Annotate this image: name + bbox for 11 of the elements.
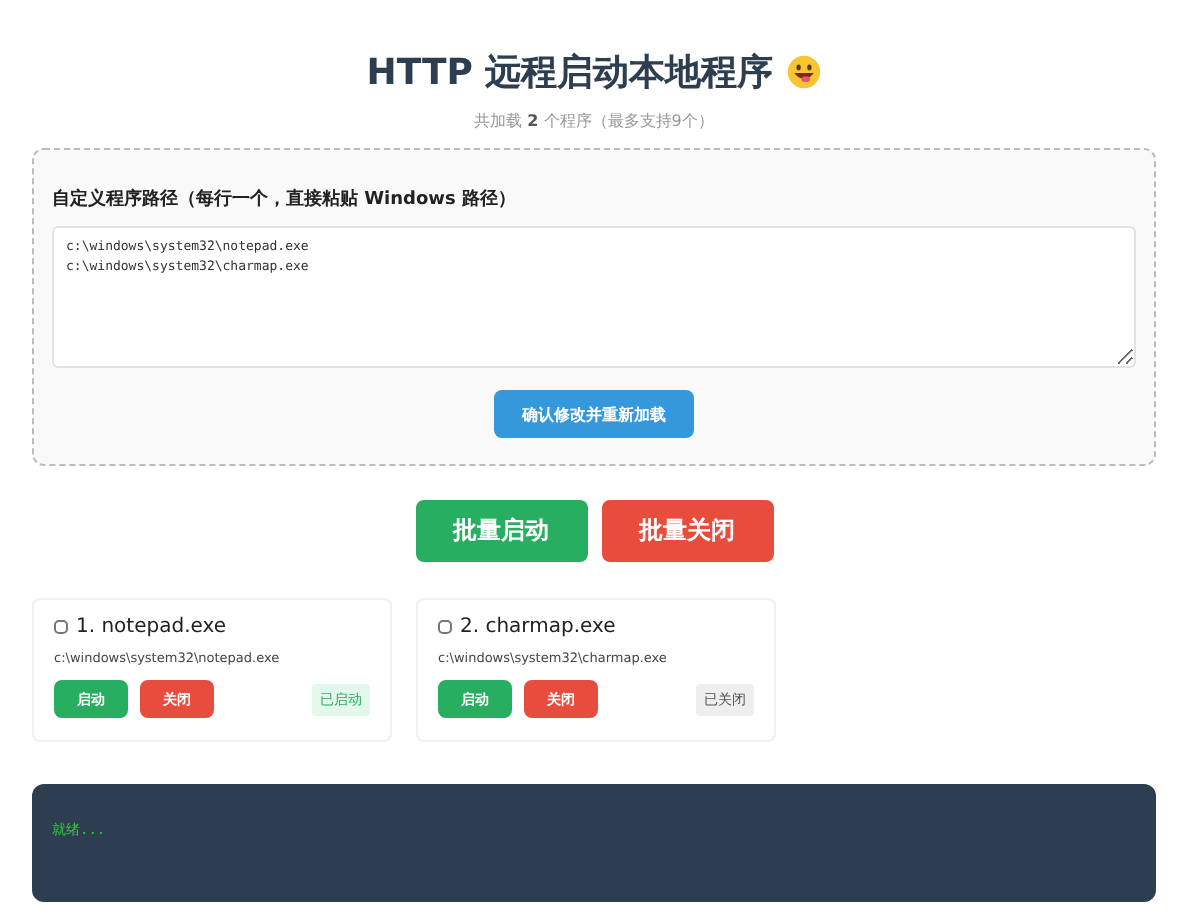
select-checkbox[interactable]: [54, 620, 68, 634]
program-name: 2. charmap.exe: [460, 616, 616, 638]
program-count-text: 共加载 2 个程序（最多支持9个）: [472, 110, 716, 134]
select-checkbox[interactable]: [438, 620, 452, 634]
program-name: 1. notepad.exe: [76, 616, 226, 638]
batch-start-button[interactable]: 批量启动: [415, 500, 587, 562]
batch-stop-button[interactable]: 批量关闭: [601, 500, 773, 562]
page-title: HTTP 远程启动本地程序: [366, 50, 774, 96]
reload-button[interactable]: 确认修改并重新加载: [494, 390, 694, 438]
smiley-icon: [785, 54, 822, 90]
config-label: 自定义程序路径（每行一个，直接粘贴 Windows 路径）: [52, 186, 518, 212]
